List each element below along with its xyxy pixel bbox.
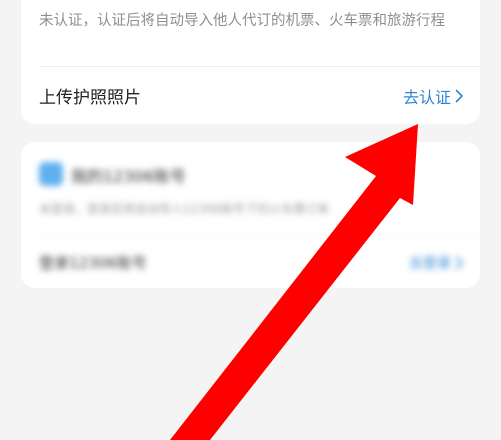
login-account-label: 登录12306账号 [39,254,147,272]
upload-passport-label: 上传护照照片 [39,88,141,108]
go-login-label: 去登录 [409,256,451,272]
account-card-title: 我的12306账号 [71,167,186,186]
app-square-icon [39,162,63,186]
go-verify-label: 去认证 [402,88,451,107]
go-verify-button[interactable]: 去认证 [403,84,464,108]
chevron-right-icon [455,89,463,103]
account-card-description: 未登录，登录后将自动导入12306账号下的火车票订单 [39,202,330,216]
chevron-right-icon [455,256,463,270]
passport-status-description: 未认证，认证后将自动导入他人代订的机票、火车票和旅游行程 [39,13,445,29]
account-12306-card: 我的12306账号 未登录，登录后将自动导入12306账号下的火车票订单 登录1… [21,142,480,288]
go-login-button[interactable]: 去登录 [409,253,464,273]
passport-card: 未认证，认证后将自动导入他人代订的机票、火车票和旅游行程 上传护照照片 去认证 [21,0,480,124]
passport-card-divider [39,66,480,67]
account-card-divider [39,232,480,233]
